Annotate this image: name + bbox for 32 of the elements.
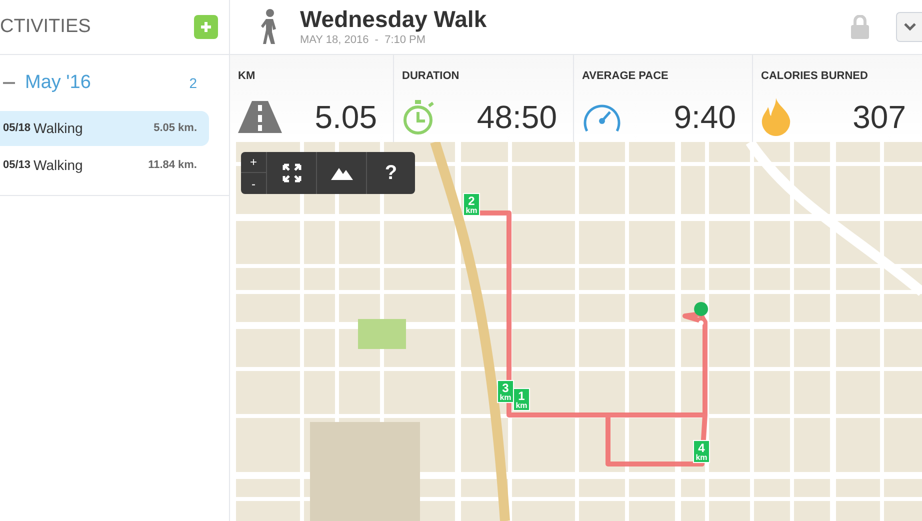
sidebar-title: CTIVITIES — [0, 14, 91, 39]
zoom-in-button[interactable]: + — [241, 152, 266, 173]
activity-count: 2 — [189, 74, 197, 92]
stat-label: AVERAGE PACE — [582, 69, 670, 84]
stat-label: CALORIES BURNED — [761, 69, 869, 84]
activity-datetime: MAY 18, 2016 - 7:10 PM — [300, 32, 427, 48]
stat-label: KM — [238, 69, 256, 84]
stopwatch-icon — [402, 98, 436, 136]
activity-name: Walking — [34, 156, 83, 175]
stat-value: 307 — [852, 98, 906, 136]
dropdown-button[interactable] — [896, 12, 922, 42]
activity-title: Wednesday Walk — [300, 6, 487, 32]
activity-item[interactable]: 05/13 Walking 11.84 km. — [0, 148, 209, 183]
zoom-out-button[interactable]: - — [241, 173, 266, 194]
month-label: May '16 — [25, 70, 91, 95]
stat-value: 48:50 — [476, 98, 557, 136]
stat-value: 9:40 — [674, 98, 736, 136]
chevron-down-icon — [904, 23, 916, 31]
stat-value: 5.05 — [314, 98, 377, 136]
activity-distance: 5.05 km. — [154, 121, 197, 136]
flame-icon — [761, 98, 791, 136]
park-area — [358, 319, 406, 349]
activity-date: 05/13 — [3, 158, 31, 174]
help-button[interactable]: ? — [367, 152, 415, 194]
activity-name: Walking — [34, 119, 83, 138]
plus-icon — [201, 22, 211, 32]
activity-distance: 11.84 km. — [148, 158, 197, 174]
stat-label: DURATION — [402, 69, 460, 84]
road-icon — [238, 100, 282, 132]
activity-item[interactable]: 05/18 Walking 5.05 km. — [0, 111, 209, 146]
activity-date: 05/18 — [3, 121, 31, 136]
fullscreen-icon — [282, 163, 302, 183]
